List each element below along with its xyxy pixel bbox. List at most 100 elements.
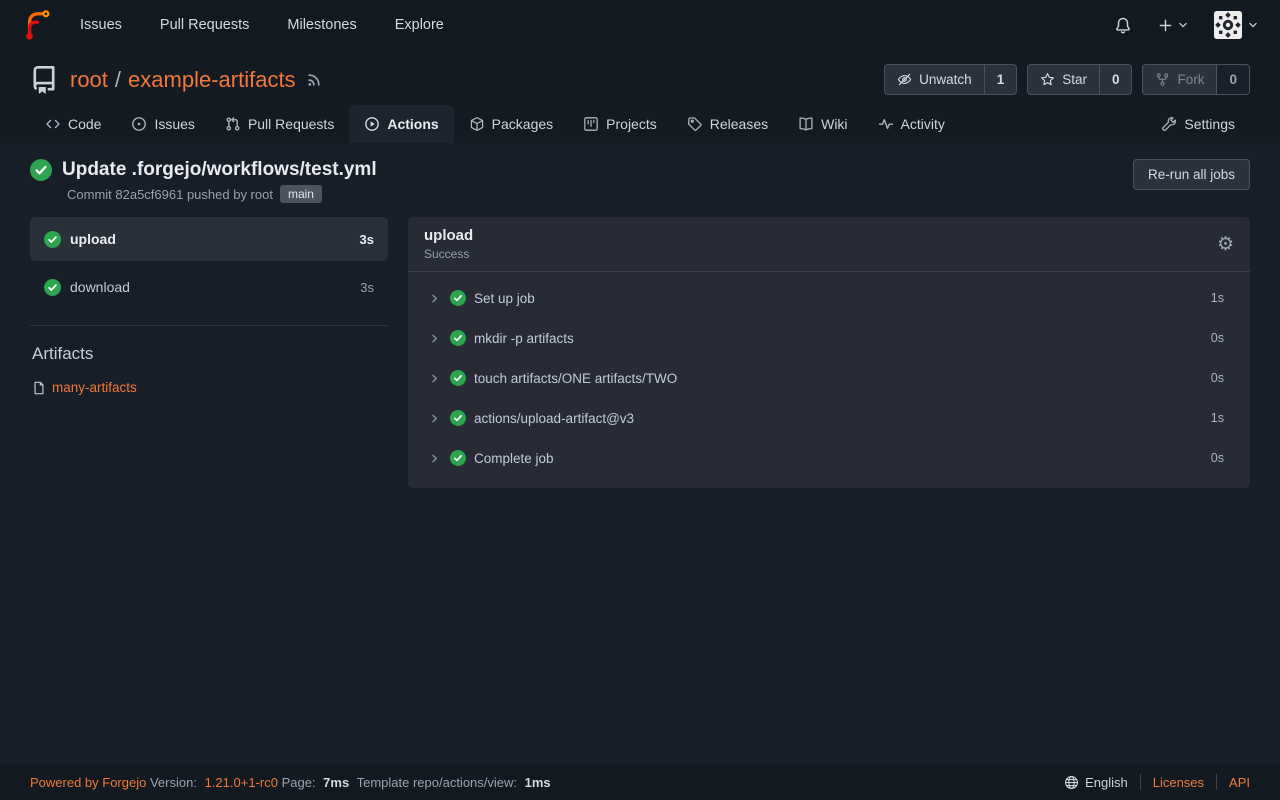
nav-links: Issues Pull Requests Milestones Explore [80, 17, 444, 33]
repo-name-link[interactable]: example-artifacts [128, 67, 296, 93]
tab-releases[interactable]: Releases [672, 105, 783, 143]
artifact-link[interactable]: many-artifacts [52, 380, 137, 395]
rerun-all-jobs-button[interactable]: Re-run all jobs [1133, 159, 1250, 190]
step-row[interactable]: mkdir -p artifacts 0s [408, 318, 1250, 358]
repo-owner-link[interactable]: root [70, 67, 108, 93]
job-detail-panel: upload Success ⚙ Set up job 1s mkdir -p … [408, 217, 1250, 488]
success-check-icon [450, 370, 466, 386]
success-check-icon [450, 450, 466, 466]
step-row[interactable]: Set up job 1s [408, 278, 1250, 318]
book-icon [798, 116, 814, 132]
tab-actions[interactable]: Actions [349, 105, 453, 143]
rss-icon[interactable] [306, 71, 323, 88]
nav-link-pull-requests[interactable]: Pull Requests [160, 17, 249, 33]
fork-button[interactable]: Fork 0 [1142, 64, 1250, 95]
git-pull-request-icon [225, 116, 241, 132]
globe-icon [1064, 775, 1079, 790]
job-item-upload[interactable]: upload 3s [30, 217, 388, 261]
footer: Powered by Forgejo Version: 1.21.0+1-rc0… [0, 764, 1280, 800]
run-title: Update .forgejo/workflows/test.yml [62, 159, 377, 181]
issue-opened-icon [131, 116, 147, 132]
tag-icon [687, 116, 703, 132]
job-detail-status: Success [424, 247, 473, 261]
user-avatar [1214, 11, 1242, 39]
success-check-icon [450, 290, 466, 306]
success-check-icon [450, 410, 466, 426]
chevron-down-icon [1248, 20, 1258, 30]
nav-link-milestones[interactable]: Milestones [287, 17, 356, 33]
repo-icon [30, 66, 58, 94]
chevron-down-icon [1178, 20, 1188, 30]
git-fork-icon [1155, 72, 1170, 87]
top-navbar: Issues Pull Requests Milestones Explore [0, 0, 1280, 50]
footer-divider [1216, 774, 1217, 790]
version-link[interactable]: 1.21.0+1-rc0 [205, 775, 278, 790]
breadcrumb-separator: / [115, 67, 121, 93]
sidebar-divider [30, 325, 388, 326]
eye-slash-icon [897, 72, 912, 87]
user-menu[interactable] [1214, 11, 1258, 39]
tab-wiki[interactable]: Wiki [783, 105, 862, 143]
nav-link-explore[interactable]: Explore [395, 17, 444, 33]
watch-count[interactable]: 1 [984, 65, 1017, 94]
job-duration: 3s [360, 232, 374, 247]
actions-run-view: Update .forgejo/workflows/test.yml Commi… [0, 143, 1280, 764]
code-icon [45, 116, 61, 132]
commit-info: Commit 82a5cf6961 pushed by root [67, 187, 273, 202]
success-check-icon [30, 159, 52, 181]
tools-icon [1161, 116, 1177, 132]
branch-badge[interactable]: main [280, 185, 322, 203]
chevron-right-icon [428, 332, 441, 345]
step-duration: 0s [1211, 371, 1224, 385]
language-selector[interactable]: English [1064, 775, 1128, 790]
template-time: 1ms [525, 775, 551, 790]
star-count[interactable]: 0 [1099, 65, 1132, 94]
step-row[interactable]: Complete job 0s [408, 438, 1250, 478]
unwatch-button[interactable]: Unwatch 1 [884, 64, 1017, 95]
step-duration: 1s [1211, 411, 1224, 425]
plus-icon [1158, 18, 1173, 33]
create-new-button[interactable] [1158, 18, 1188, 33]
tab-projects[interactable]: Projects [568, 105, 672, 143]
tab-packages[interactable]: Packages [454, 105, 568, 143]
step-row[interactable]: touch artifacts/ONE artifacts/TWO 0s [408, 358, 1250, 398]
step-duration: 0s [1211, 451, 1224, 465]
job-duration: 3s [360, 280, 374, 295]
tab-activity[interactable]: Activity [863, 105, 960, 143]
tab-pull-requests[interactable]: Pull Requests [210, 105, 349, 143]
pulse-icon [878, 116, 894, 132]
artifacts-heading: Artifacts [32, 344, 388, 364]
footer-divider [1140, 774, 1141, 790]
jobs-sidebar: upload 3s download 3s Artifacts many-art… [30, 217, 388, 395]
project-board-icon [583, 116, 599, 132]
star-button[interactable]: Star 0 [1027, 64, 1132, 95]
nav-link-issues[interactable]: Issues [80, 17, 122, 33]
notifications-bell-icon[interactable] [1114, 16, 1132, 34]
star-icon [1040, 72, 1055, 87]
step-duration: 1s [1211, 291, 1224, 305]
chevron-right-icon [428, 372, 441, 385]
footer-info: Powered by Forgejo Version: 1.21.0+1-rc0… [30, 775, 555, 790]
tab-code[interactable]: Code [30, 105, 116, 143]
fork-count[interactable]: 0 [1216, 65, 1249, 94]
step-row[interactable]: actions/upload-artifact@v3 1s [408, 398, 1250, 438]
chevron-right-icon [428, 412, 441, 425]
licenses-link[interactable]: Licenses [1153, 775, 1204, 790]
tab-issues[interactable]: Issues [116, 105, 209, 143]
success-check-icon [44, 279, 61, 296]
forgejo-logo-icon[interactable] [22, 10, 52, 40]
repo-breadcrumb: root / example-artifacts [70, 67, 296, 93]
play-circle-icon [364, 116, 380, 132]
step-duration: 0s [1211, 331, 1224, 345]
gear-icon[interactable]: ⚙ [1217, 235, 1234, 254]
repo-tabs: Code Issues Pull Requests Actions Packag… [30, 105, 1250, 143]
chevron-right-icon [428, 452, 441, 465]
powered-by-link[interactable]: Powered by Forgejo [30, 775, 146, 790]
file-icon [32, 381, 46, 395]
api-link[interactable]: API [1229, 775, 1250, 790]
chevron-right-icon [428, 292, 441, 305]
artifact-item: many-artifacts [32, 380, 388, 395]
job-detail-name: upload [424, 227, 473, 244]
tab-settings[interactable]: Settings [1146, 105, 1250, 143]
job-item-download[interactable]: download 3s [30, 265, 388, 309]
